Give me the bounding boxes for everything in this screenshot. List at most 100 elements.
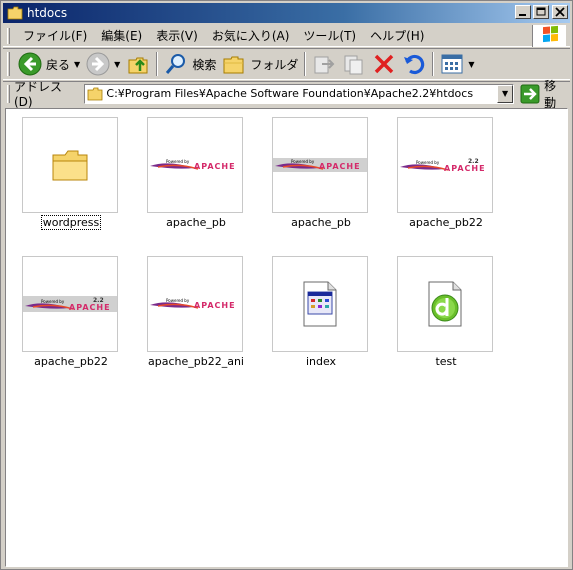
- views-button[interactable]: ▼: [437, 50, 477, 78]
- explorer-window: htdocs ファイル(F) 編集(E) 表示(V) お気に入り(A) ツール(…: [0, 0, 573, 570]
- html-file-icon: [303, 281, 337, 327]
- file-list-pane[interactable]: wordpress Powered by APACHE apache_pb Po…: [5, 108, 568, 567]
- views-icon: [441, 54, 463, 74]
- go-arrow-icon: [520, 84, 540, 103]
- file-thumbnail[interactable]: [397, 256, 493, 352]
- apache-logo-image: Powered by APACHE: [148, 158, 242, 172]
- file-thumbnail[interactable]: Powered by APACHE: [272, 117, 368, 213]
- up-folder-button[interactable]: [123, 50, 153, 78]
- windows-logo-icon: [532, 25, 566, 47]
- delete-x-icon: [375, 54, 394, 74]
- undo-button[interactable]: [399, 50, 429, 78]
- file-name: apache_pb22_ani: [148, 355, 244, 368]
- forward-dropdown-icon[interactable]: ▼: [114, 60, 120, 69]
- file-name: apache_pb: [166, 216, 226, 229]
- move-to-button[interactable]: [309, 50, 339, 78]
- file-thumbnail[interactable]: Powered by 2.2 APACHE: [22, 256, 118, 352]
- back-label: 戻る: [46, 57, 71, 72]
- apache-logo-image: Powered by APACHE: [148, 297, 242, 311]
- apache-logo-image: Powered by APACHE: [273, 158, 367, 172]
- toolbar-separator: [432, 52, 435, 76]
- addressbar-grip[interactable]: [7, 84, 10, 103]
- standard-toolbar: 戻る ▼ ▼ 検索 フォルダ ▼: [3, 48, 570, 80]
- menu-file[interactable]: ファイル(F): [16, 25, 94, 46]
- menu-tools[interactable]: ツール(T): [296, 25, 363, 46]
- file-thumbnail[interactable]: Powered by APACHE: [147, 256, 243, 352]
- svg-text:Powered by: Powered by: [416, 160, 440, 165]
- back-button[interactable]: 戻る ▼: [15, 50, 83, 78]
- address-bar: アドレス(D) C:¥Program Files¥Apache Software…: [3, 79, 570, 110]
- svg-text:APACHE: APACHE: [319, 162, 361, 171]
- copy-to-icon: [344, 55, 363, 75]
- go-label: 移動: [544, 78, 557, 110]
- search-button[interactable]: 検索: [161, 50, 219, 78]
- file-name: apache_pb22: [409, 216, 483, 229]
- delete-button[interactable]: [369, 50, 399, 78]
- file-item-test[interactable]: test: [391, 255, 501, 385]
- menu-favorites[interactable]: お気に入り(A): [205, 25, 297, 46]
- minimize-button[interactable]: [515, 5, 531, 19]
- svg-text:APACHE: APACHE: [194, 301, 236, 310]
- forward-arrow-icon: [86, 52, 110, 76]
- menu-view[interactable]: 表示(V): [149, 25, 205, 46]
- search-label: 検索: [192, 57, 217, 72]
- file-thumbnail[interactable]: Powered by 2.2 APACHE: [397, 117, 493, 213]
- toolbar-separator: [156, 52, 159, 76]
- views-dropdown-icon[interactable]: ▼: [468, 60, 474, 69]
- apache-logo-image: Powered by 2.2 APACHE: [398, 158, 492, 173]
- address-dropdown-button[interactable]: ▼: [497, 84, 514, 103]
- menu-bar: ファイル(F) 編集(E) 表示(V) お気に入り(A) ツール(T) ヘルプ(…: [3, 25, 570, 47]
- address-path[interactable]: C:¥Program Files¥Apache Software Foundat…: [106, 87, 473, 100]
- svg-text:Powered by: Powered by: [41, 299, 65, 304]
- file-item-apache-pb22-ani[interactable]: Powered by APACHE apache_pb22_ani: [141, 255, 251, 385]
- minimize-icon: [519, 14, 526, 16]
- file-name: apache_pb22: [34, 355, 108, 368]
- file-name: apache_pb: [291, 216, 351, 229]
- folder-icon: [88, 87, 103, 100]
- menu-edit[interactable]: 編集(E): [94, 25, 149, 46]
- back-arrow-icon: [18, 52, 42, 76]
- undo-icon: [404, 54, 425, 75]
- title-bar[interactable]: htdocs: [3, 3, 570, 23]
- address-input[interactable]: C:¥Program Files¥Apache Software Foundat…: [84, 83, 515, 104]
- file-item-apache-pb22[interactable]: Powered by 2.2 APACHE apache_pb22: [391, 116, 501, 246]
- go-button[interactable]: 移動: [518, 77, 570, 111]
- file-item-index[interactable]: index: [266, 255, 376, 385]
- dreamweaver-file-icon: [428, 281, 462, 327]
- close-icon: [555, 7, 565, 17]
- maximize-icon: [536, 7, 546, 16]
- file-item-wordpress[interactable]: wordpress: [16, 116, 126, 246]
- svg-text:Powered by: Powered by: [166, 159, 190, 164]
- close-button[interactable]: [552, 5, 568, 19]
- chevron-down-icon: ▼: [502, 89, 509, 98]
- file-item-apache-pb-gray[interactable]: Powered by APACHE apache_pb: [266, 116, 376, 246]
- file-thumbnail[interactable]: [272, 256, 368, 352]
- search-icon: [166, 54, 186, 74]
- toolbar-separator: [304, 52, 307, 76]
- forward-button[interactable]: ▼: [83, 50, 123, 78]
- file-thumbnail[interactable]: [22, 117, 118, 213]
- folders-label: フォルダ: [250, 57, 299, 72]
- file-name: wordpress: [40, 215, 102, 230]
- folders-icon: [223, 56, 244, 74]
- copy-to-button[interactable]: [339, 50, 369, 78]
- folder-icon: [7, 6, 23, 20]
- up-folder-icon: [128, 57, 148, 74]
- toolbar-grip[interactable]: [7, 52, 10, 76]
- file-thumbnail[interactable]: Powered by APACHE: [147, 117, 243, 213]
- move-to-icon: [314, 56, 335, 74]
- folders-button[interactable]: フォルダ: [219, 50, 301, 78]
- menu-help[interactable]: ヘルプ(H): [363, 25, 431, 46]
- apache-logo-image: Powered by 2.2 APACHE: [23, 296, 117, 312]
- back-dropdown-icon[interactable]: ▼: [74, 60, 80, 69]
- file-item-apache-pb22-gray[interactable]: Powered by 2.2 APACHE apache_pb22: [16, 255, 126, 385]
- file-name: test: [435, 355, 457, 368]
- file-item-apache-pb[interactable]: Powered by APACHE apache_pb: [141, 116, 251, 246]
- maximize-button[interactable]: [533, 5, 549, 19]
- menubar-grip[interactable]: [7, 27, 10, 44]
- svg-text:APACHE: APACHE: [444, 164, 486, 173]
- svg-text:APACHE: APACHE: [69, 303, 111, 312]
- svg-text:Powered by: Powered by: [166, 298, 190, 303]
- window-title: htdocs: [27, 6, 68, 20]
- address-label: アドレス(D): [14, 80, 63, 109]
